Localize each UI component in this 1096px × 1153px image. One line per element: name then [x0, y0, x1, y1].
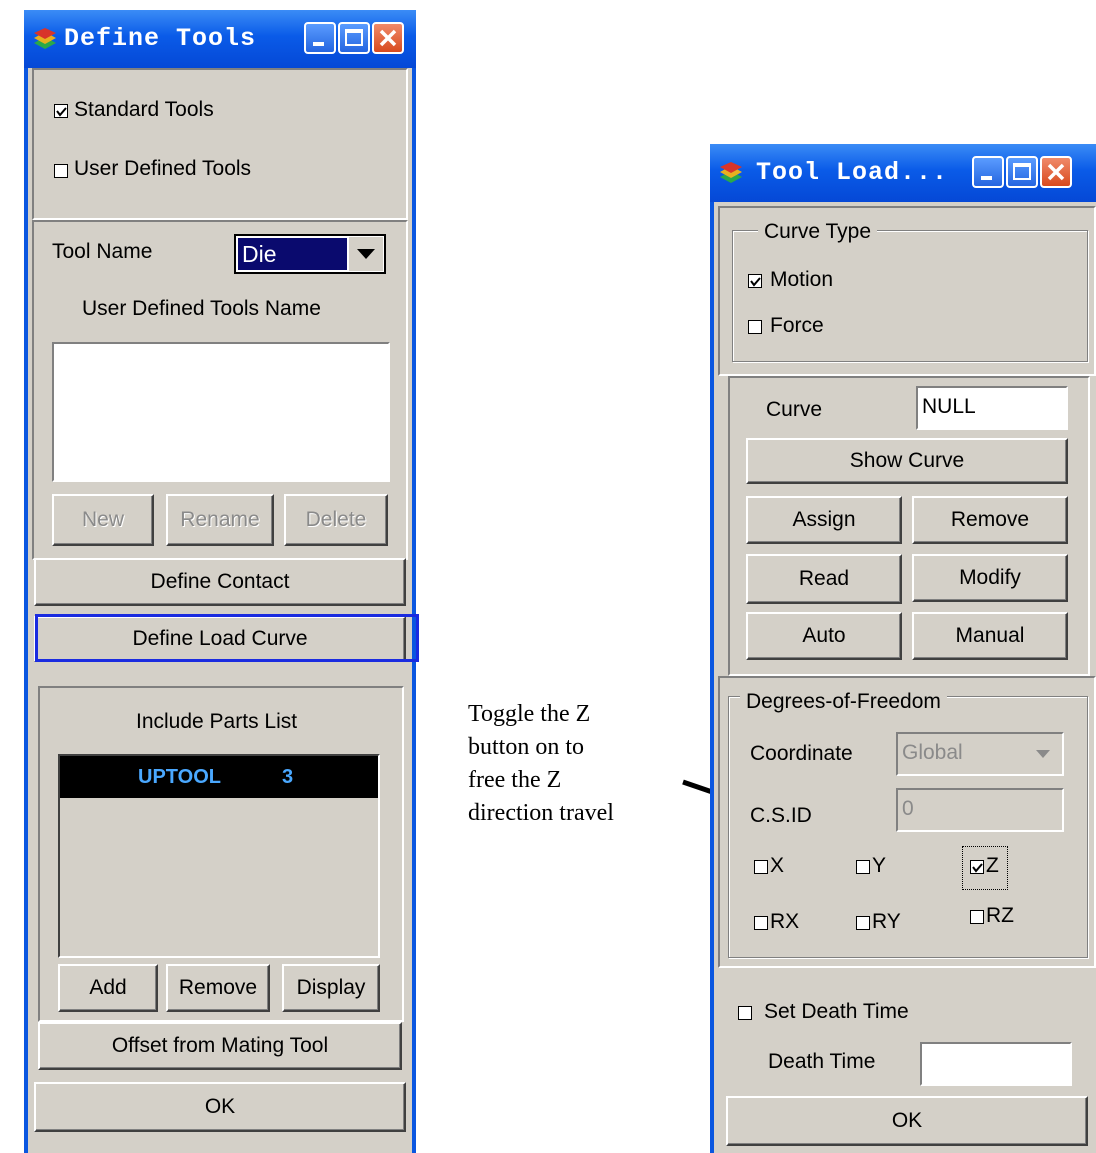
x-checkbox[interactable]: [754, 860, 768, 874]
window-title: Tool Load...: [756, 158, 949, 187]
minimize-icon: [981, 176, 992, 180]
ok-label: OK: [891, 1109, 923, 1132]
y-checkbox[interactable]: [856, 860, 870, 874]
maximize-button[interactable]: [1006, 156, 1038, 188]
maximize-icon: [1013, 163, 1031, 180]
z-focus-ring: [962, 846, 1008, 890]
tool-load-window: Tool Load... Curve Type Motion Force Cur…: [710, 144, 1096, 1153]
auto-label: Auto: [802, 624, 846, 647]
show-curve-label: Show Curve: [849, 449, 965, 472]
auto-button[interactable]: Auto: [746, 612, 902, 660]
rx-label: RX: [770, 910, 800, 933]
close-icon: [1047, 163, 1065, 181]
death-time-label: Death Time: [768, 1050, 876, 1073]
z-label: Z: [986, 854, 999, 877]
curve-type-group: [732, 230, 1088, 362]
manual-label: Manual: [955, 624, 1025, 647]
death-time-input[interactable]: [920, 1042, 1072, 1086]
modify-label: Modify: [959, 566, 1021, 589]
tool-load-titlebar[interactable]: Tool Load...: [710, 144, 1096, 202]
show-curve-button[interactable]: Show Curve: [746, 438, 1068, 484]
coordinate-value: Global: [902, 741, 963, 764]
read-button[interactable]: Read: [746, 554, 902, 604]
coordinate-select[interactable]: Global: [896, 732, 1064, 776]
motion-checkbox[interactable]: [748, 274, 762, 288]
app-icon: [720, 162, 742, 183]
ry-checkbox[interactable]: [856, 916, 870, 930]
set-death-time-checkbox[interactable]: [738, 1006, 752, 1020]
assign-label: Assign: [792, 508, 856, 531]
ry-label: RY: [872, 910, 901, 933]
remove-label: Remove: [950, 508, 1030, 531]
curve-type-title: Curve Type: [758, 220, 877, 244]
rz-label: RZ: [986, 904, 1014, 927]
modify-button[interactable]: Modify: [912, 554, 1068, 602]
x-label: X: [770, 854, 785, 877]
checkmark-icon: [750, 277, 761, 287]
z-checkbox[interactable]: [970, 860, 984, 874]
remove-button[interactable]: Remove: [912, 496, 1068, 544]
csid-label: C.S.ID: [750, 804, 812, 827]
rx-checkbox[interactable]: [754, 916, 768, 930]
curve-input[interactable]: NULL: [916, 386, 1068, 430]
close-button[interactable]: [1040, 156, 1072, 188]
force-checkbox[interactable]: [748, 320, 762, 334]
checkmark-icon: [972, 863, 983, 873]
y-label: Y: [872, 854, 887, 877]
motion-label: Motion: [770, 268, 834, 291]
csid-input[interactable]: 0: [896, 788, 1064, 832]
assign-button[interactable]: Assign: [746, 496, 902, 544]
minimize-button[interactable]: [972, 156, 1004, 188]
coordinate-label: Coordinate: [750, 742, 853, 765]
rz-checkbox[interactable]: [970, 910, 984, 924]
curve-label: Curve: [766, 398, 823, 421]
dof-title: Degrees-of-Freedom: [740, 690, 947, 714]
read-label: Read: [798, 567, 850, 590]
chevron-down-icon: [1026, 736, 1060, 772]
ok-button[interactable]: OK: [726, 1096, 1088, 1146]
set-death-time-label: Set Death Time: [764, 1000, 909, 1023]
force-label: Force: [770, 314, 824, 337]
manual-button[interactable]: Manual: [912, 612, 1068, 660]
